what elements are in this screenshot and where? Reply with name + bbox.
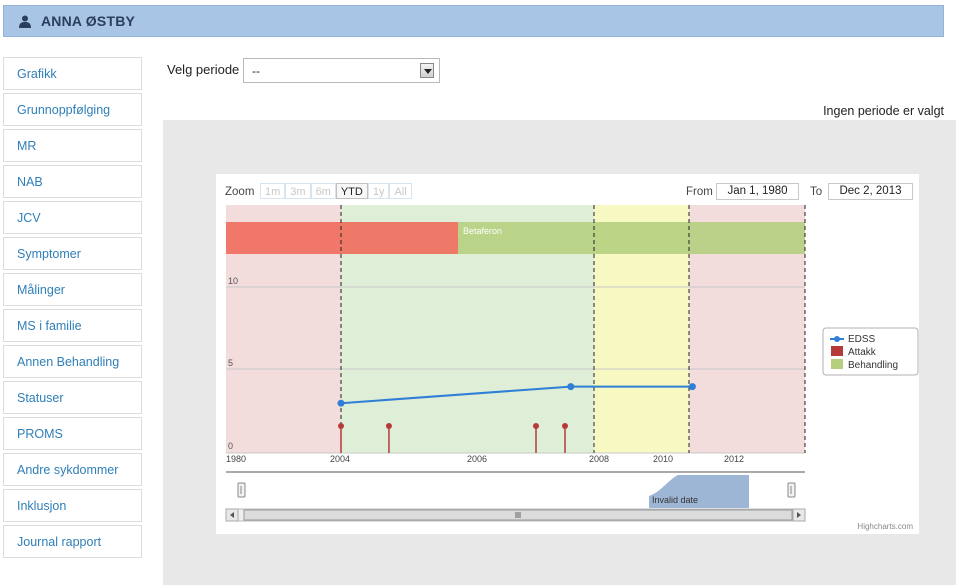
edss-point — [567, 383, 575, 391]
zoom-3m-button[interactable]: 3m — [285, 183, 311, 199]
x-tick-label: 2004 — [330, 454, 350, 464]
sidebar-item-mr[interactable]: MR — [3, 129, 142, 162]
period-select-value: -- — [252, 64, 260, 78]
zoom-1y-button[interactable]: 1y — [367, 183, 390, 199]
zoom-1m-button[interactable]: 1m — [260, 183, 286, 199]
legend-edss-marker — [834, 336, 840, 342]
y-tick-label: 5 — [228, 358, 233, 368]
chevron-down-icon[interactable] — [420, 63, 434, 78]
navigator-label: Invalid date — [652, 495, 698, 505]
sidebar-item-journal-rapport[interactable]: Journal rapport — [3, 525, 142, 558]
patient-name: ANNA ØSTBY — [41, 13, 136, 29]
x-tick-label: 1980 — [226, 454, 246, 464]
period-select[interactable]: -- — [243, 58, 440, 83]
sidebar-item-statuser[interactable]: Statuser — [3, 381, 142, 414]
sidebar-item-andre-sykdommer[interactable]: Andre sykdommer — [3, 453, 142, 486]
sidebar: Grafikk Grunnoppfølging MR NAB JCV Sympt… — [3, 57, 142, 561]
to-label: To — [810, 186, 823, 198]
legend-label-behandling[interactable]: Behandling — [848, 360, 898, 371]
chart-legend[interactable]: EDSS Attakk Behandling — [822, 327, 919, 376]
edss-point — [337, 399, 345, 407]
treatment-label: Betaferon — [463, 226, 502, 236]
legend-attakk-swatch — [831, 346, 843, 356]
sidebar-item-inklusjon[interactable]: Inklusjon — [3, 489, 142, 522]
from-date-input[interactable]: Jan 1, 1980 — [716, 183, 799, 200]
sidebar-item-ms-i-familie[interactable]: MS i familie — [3, 309, 142, 342]
legend-behandling-swatch — [831, 359, 843, 369]
sidebar-item-malinger[interactable]: Målinger — [3, 273, 142, 306]
chart-credits[interactable]: Highcharts.com — [857, 522, 913, 531]
treatment-bar-red — [226, 222, 458, 254]
treatment-bar-betaferon — [458, 222, 805, 254]
y-tick-label: 0 — [228, 441, 233, 451]
legend-label-attakk[interactable]: Attakk — [848, 347, 877, 358]
edss-point — [688, 383, 696, 391]
navigator[interactable]: Invalid date — [226, 471, 805, 508]
attakk-marker — [562, 423, 568, 429]
period-status: Ingen periode er valgt — [823, 104, 944, 118]
zoom-buttons: 1m 3m 6m YTD 1y All — [260, 183, 412, 199]
sidebar-item-jcv[interactable]: JCV — [3, 201, 142, 234]
x-tick-label: 2010 — [653, 454, 673, 464]
x-tick-label: 2006 — [467, 454, 487, 464]
scrollbar[interactable] — [225, 508, 806, 522]
attakk-marker — [385, 423, 392, 429]
to-date-input[interactable]: Dec 2, 2013 — [828, 183, 913, 200]
sidebar-item-grafikk[interactable]: Grafikk — [3, 57, 142, 90]
chart-container: Betaferon 0 5 10 1980 2004 2006 2008 201… — [216, 174, 919, 534]
chart-svg: Betaferon 0 5 10 1980 2004 2006 2008 201… — [225, 205, 919, 522]
patient-header: ANNA ØSTBY — [3, 5, 944, 37]
period-label: Velg periode — [167, 62, 240, 77]
y-tick-label: 10 — [228, 276, 238, 286]
x-tick-label: 2008 — [589, 454, 609, 464]
attakk-marker — [338, 423, 344, 429]
sidebar-item-grunnoppfolging[interactable]: Grunnoppfølging — [3, 93, 142, 126]
zoom-6m-button[interactable]: 6m — [310, 183, 336, 199]
sidebar-item-annen-behandling[interactable]: Annen Behandling — [3, 345, 142, 378]
zoom-label: Zoom — [225, 186, 255, 198]
sidebar-item-proms[interactable]: PROMS — [3, 417, 142, 450]
legend-label-edss[interactable]: EDSS — [848, 334, 876, 345]
from-label: From — [686, 186, 713, 198]
sidebar-item-symptomer[interactable]: Symptomer — [3, 237, 142, 270]
zoom-ytd-button[interactable]: YTD — [335, 183, 368, 199]
sidebar-item-nab[interactable]: NAB — [3, 165, 142, 198]
x-tick-label: 2012 — [724, 454, 744, 464]
zoom-all-button[interactable]: All — [389, 183, 412, 199]
user-icon — [19, 15, 31, 28]
attakk-marker — [533, 423, 539, 429]
